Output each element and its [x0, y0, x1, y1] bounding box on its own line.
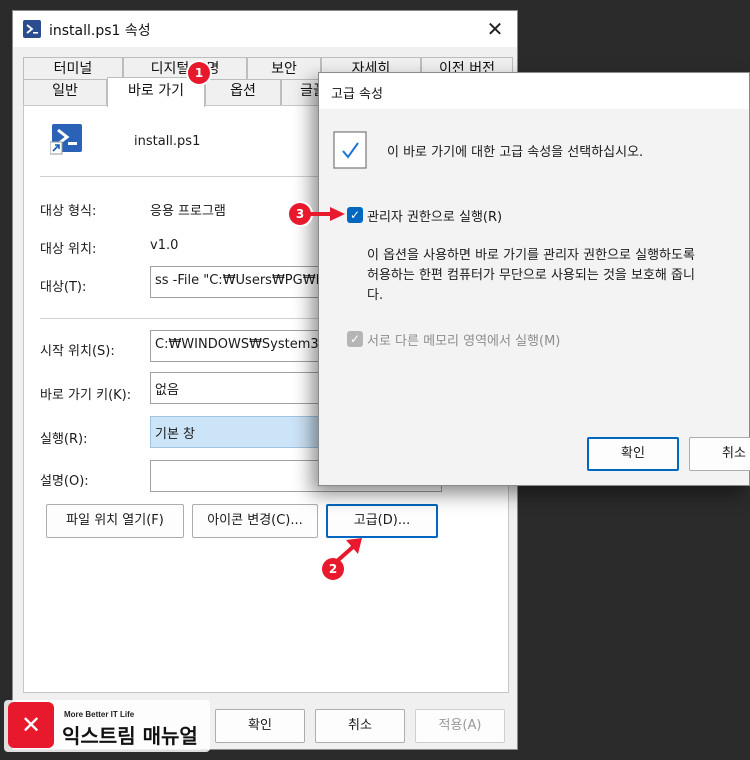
- title-bar: install.ps1 속성 ✕: [13, 11, 517, 47]
- apply-button: 적용(A): [415, 709, 505, 743]
- tab-security[interactable]: 보안: [247, 57, 321, 81]
- target-location-value: v1.0: [150, 238, 179, 253]
- dialog-cancel-button[interactable]: 취소: [689, 437, 750, 471]
- dialog-intro: 이 바로 가기에 대한 고급 속성을 선택하십시오.: [387, 145, 644, 160]
- admin-description-line: 허용하는 한편 컴퓨터가 무단으로 사용되는 것을 보호해 줍니: [367, 268, 695, 283]
- hotkey-label: 바로 가기 키(K):: [40, 388, 132, 403]
- advanced-button[interactable]: 고급(D)...: [326, 504, 438, 538]
- brand-logo: ✕ More Better IT Life 익스트림 매뉴얼: [4, 700, 214, 752]
- cancel-button[interactable]: 취소: [315, 709, 405, 743]
- step-3-badge: 3: [289, 203, 311, 225]
- logo-tagline: More Better IT Life: [64, 710, 135, 719]
- comment-label: 설명(O):: [40, 474, 89, 489]
- tab-options[interactable]: 옵션: [205, 79, 281, 105]
- window-title: install.ps1 속성: [49, 23, 151, 39]
- step-1-badge: 1: [188, 62, 210, 84]
- file-name: install.ps1: [134, 134, 201, 149]
- step-2-arrow-icon: [334, 538, 362, 564]
- start-in-label: 시작 위치(S):: [40, 344, 115, 359]
- advanced-properties-dialog: 고급 속성 이 바로 가기에 대한 고급 속성을 선택하십시오. ✓ 관리자 권…: [318, 72, 750, 486]
- powershell-icon: [23, 20, 41, 38]
- logo-name: 익스트림 매뉴얼: [62, 724, 198, 748]
- target-type-value: 응용 프로그램: [150, 204, 226, 219]
- target-location-label: 대상 위치:: [40, 242, 97, 257]
- run-as-admin-checkbox[interactable]: ✓: [347, 207, 363, 223]
- admin-description-line: 다.: [367, 288, 384, 303]
- target-label: 대상(T):: [40, 280, 87, 295]
- run-label: 실행(R):: [40, 432, 88, 447]
- logo-mark: ✕: [8, 702, 54, 748]
- document-check-icon: [333, 131, 367, 169]
- ok-button[interactable]: 확인: [215, 709, 305, 743]
- tab-shortcut[interactable]: 바로 가기: [107, 77, 205, 107]
- target-type-label: 대상 형식:: [40, 204, 97, 219]
- run-as-admin-label[interactable]: 관리자 권한으로 실행(R): [367, 206, 502, 225]
- separate-memory-checkbox: ✓: [347, 331, 363, 347]
- separate-memory-label: 서로 다른 메모리 영역에서 실행(M): [367, 334, 561, 349]
- step-3-arrow-icon: [310, 207, 345, 221]
- dialog-title: 고급 속성: [319, 73, 749, 109]
- admin-description-line: 이 옵션을 사용하면 바로 가기를 관리자 권한으로 실행하도록: [367, 248, 695, 263]
- tab-general[interactable]: 일반: [23, 79, 107, 105]
- dialog-ok-button[interactable]: 확인: [587, 437, 679, 471]
- powershell-shortcut-icon: [50, 124, 82, 155]
- close-icon[interactable]: ✕: [481, 15, 509, 43]
- open-file-location-button[interactable]: 파일 위치 열기(F): [46, 504, 184, 538]
- change-icon-button[interactable]: 아이콘 변경(C)...: [192, 504, 318, 538]
